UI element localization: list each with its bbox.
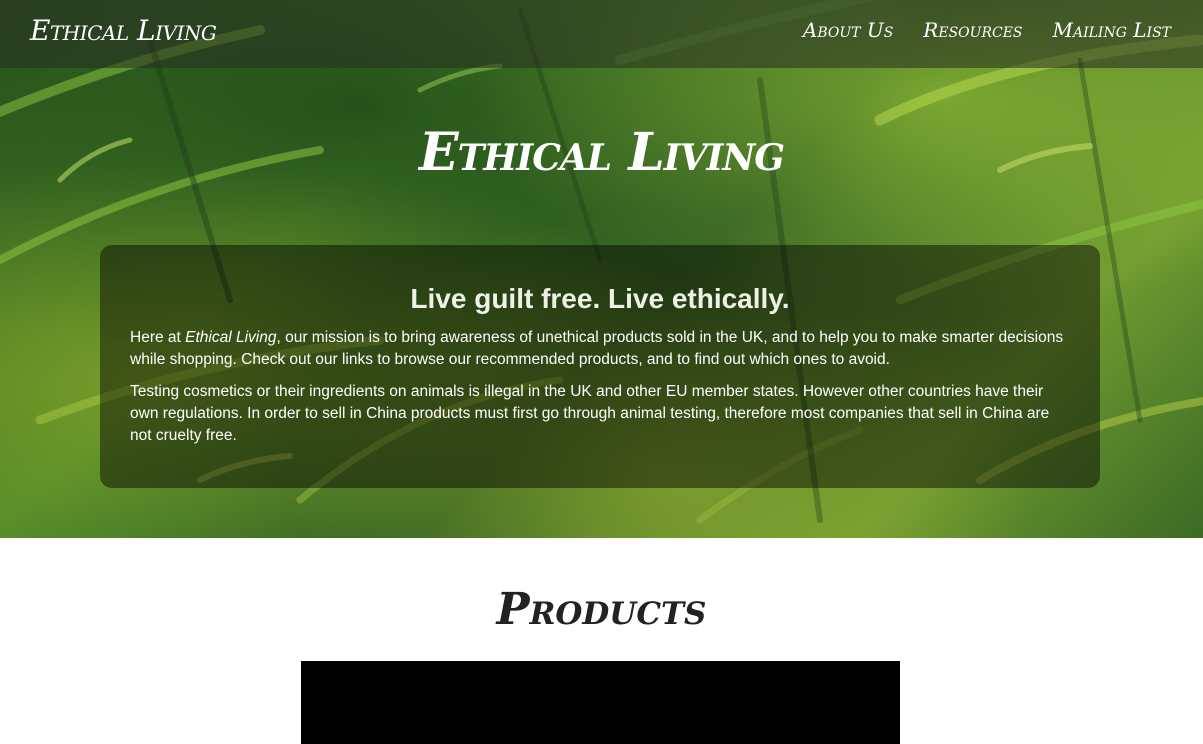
products-heading: Products [496, 584, 707, 635]
brand-logo-link[interactable]: Ethical Living [30, 14, 217, 47]
intro-site-name: Ethical Living [185, 329, 277, 346]
nav-link-resources[interactable]: Resources [923, 18, 1022, 42]
intro-panel: Live guilt free. Live ethically. Here at… [100, 245, 1100, 488]
nav-links: About Us Resources Mailing List [803, 18, 1171, 42]
products-video-player[interactable] [301, 661, 900, 744]
nav-link-about-us[interactable]: About Us [803, 18, 893, 42]
intro-prefix: Here at [130, 329, 186, 346]
tagline: Live guilt free. Live ethically. [410, 283, 790, 314]
hero-title: Ethical Living [418, 122, 785, 183]
animal-testing-paragraph: Testing cosmetics or their ingredients o… [130, 383, 1050, 444]
top-navbar: Ethical Living About Us Resources Mailin… [0, 0, 1203, 68]
nav-link-mailing-list[interactable]: Mailing List [1053, 18, 1171, 42]
intro-paragraph: Here at Ethical Living, our mission is t… [130, 327, 1070, 371]
